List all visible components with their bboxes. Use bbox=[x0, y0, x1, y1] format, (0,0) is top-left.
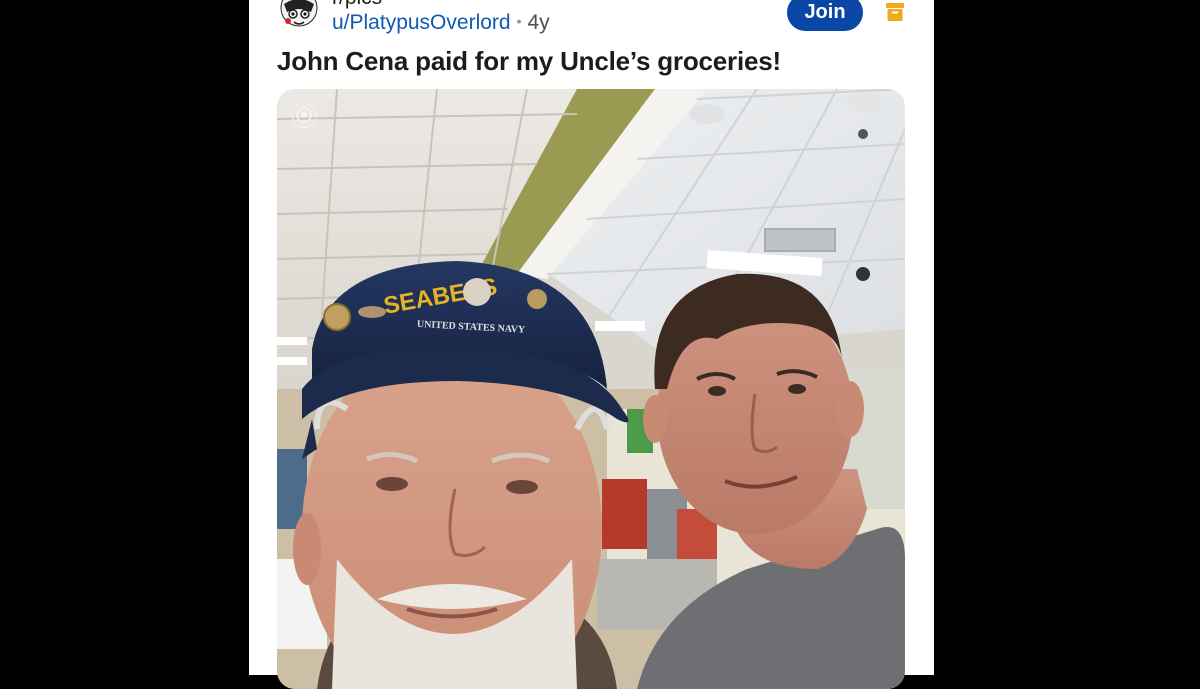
save-icon[interactable] bbox=[886, 3, 904, 21]
meta-separator: • bbox=[516, 13, 522, 29]
post-age: 4y bbox=[527, 11, 550, 34]
author-link[interactable]: u/PlatypusOverlord bbox=[332, 11, 511, 34]
join-button[interactable]: Join bbox=[787, 0, 863, 31]
post-image[interactable]: SEABEES UNITED STATES NAVY bbox=[277, 89, 905, 689]
subreddit-name[interactable]: r/pics bbox=[332, 0, 382, 10]
post-title[interactable]: John Cena paid for my Uncle’s groceries! bbox=[277, 46, 781, 77]
live-photo-icon[interactable] bbox=[290, 101, 318, 129]
post-meta: u/PlatypusOverlord • 4y bbox=[332, 11, 550, 35]
